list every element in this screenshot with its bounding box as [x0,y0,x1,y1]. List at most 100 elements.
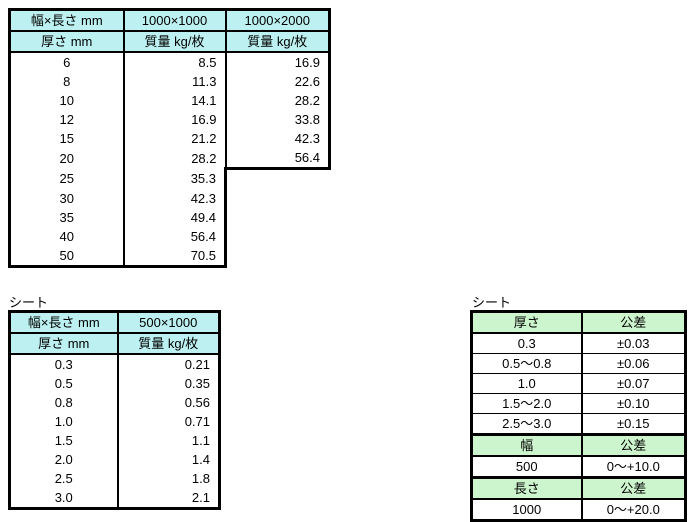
table-row: 8 11.3 22.6 [8,72,331,91]
tolerance-table-label: シート [472,295,512,310]
plate-mass-table: 幅×長さ mm 1000×1000 1000×2000 厚さ mm 質量 kg/… [8,8,331,268]
plate-header-1000x2000: 1000×2000 [224,8,331,32]
sheet-tolerance-table: 厚さ 公差 0.3 ±0.03 0.5〜0.8 ±0.06 1.0 ±0.07 … [470,310,687,522]
tolerance-thickness-range: 1.0 [471,373,582,394]
sheet-mass-table: 幅×長さ mm 500×1000 厚さ mm 質量 kg/枚 0.3 0.21 … [8,310,221,510]
table-row: 1.5〜2.0 ±0.10 [471,393,686,414]
tolerance-thickness-range: 0.3 [471,333,582,354]
tolerance-header-thickness: 厚さ [471,311,582,334]
table-row: 3.0 2.1 [9,488,220,509]
tolerance-thickness-range: 0.5〜0.8 [471,353,582,374]
table-row: 1.0 ±0.07 [471,373,686,394]
tolerance-thickness-range: 2.5〜3.0 [471,413,582,435]
table-subheader-row: 厚さ mm 質量 kg/枚 [9,333,220,355]
table-row: 1.5 1.1 [9,431,220,450]
sheet-header-size-label: 幅×長さ mm [9,311,118,334]
table-header-row: 長さ 公差 [471,476,686,500]
sheet-table-label: シート [9,295,49,310]
table-header-row: 厚さ 公差 [471,311,686,334]
plate-mass-1000x2000: 16.9 [224,52,331,72]
plate-mass-1000x1000: 56.4 [122,227,227,246]
tolerance-value: ±0.07 [580,373,686,394]
plate-mass-1000x1000: 16.9 [122,110,226,129]
plate-empty-cell [225,208,330,227]
plate-mass-1000x1000: 42.3 [122,189,227,208]
plate-thickness: 35 [8,208,124,227]
table-header-row: 幅×長さ mm 1000×1000 1000×2000 [8,8,331,32]
tolerance-value: ±0.03 [580,333,686,354]
plate-empty-cell [225,246,330,267]
table-header-row: 幅 公差 [471,433,686,457]
table-header-row: 幅×長さ mm 500×1000 [9,311,220,334]
tolerance-length-value-tolerance: 0〜+20.0 [580,499,686,521]
plate-mass-1000x1000: 21.2 [122,129,226,148]
tolerance-length-value: 1000 [471,499,582,521]
tolerance-value: ±0.10 [580,393,686,414]
sheet-mass: 0.35 [116,374,220,393]
plate-thickness: 30 [8,189,124,208]
sheet-mass: 0.21 [116,354,220,374]
sheet-mass: 2.1 [116,488,220,509]
table-row: 2.5 1.8 [9,469,220,488]
sheet-mass: 1.1 [116,431,220,450]
table-row: 30 42.3 [8,189,330,208]
plate-thickness: 10 [8,91,124,110]
plate-mass-1000x2000: 22.6 [224,72,331,91]
table-row: 0.5 0.35 [9,374,220,393]
sheet-header-500x1000: 500×1000 [116,311,220,334]
plate-mass-1000x1000: 14.1 [122,91,226,110]
table-row: 2.5〜3.0 ±0.15 [471,413,686,435]
table-row: 500 0〜+10.0 [471,456,686,478]
table-row: 1000 0〜+20.0 [471,499,686,521]
table-row: 0.3 0.21 [9,354,220,374]
tolerance-value: ±0.15 [580,413,686,435]
sheet-subheader-mass: 質量 kg/枚 [116,333,220,355]
plate-thickness: 12 [8,110,124,129]
sheet-thickness: 1.5 [9,431,118,450]
tolerance-header-tolerance: 公差 [580,311,686,334]
table-row: 50 70.5 [8,246,330,268]
sheet-mass: 1.8 [116,469,220,488]
sheet-thickness: 0.8 [9,393,118,412]
table-row: 6 8.5 16.9 [8,52,331,72]
table-row: 25 35.3 [8,168,330,189]
sheet-thickness: 0.3 [9,354,118,374]
plate-thickness: 20 [8,148,124,169]
tolerance-value: ±0.06 [580,353,686,374]
tolerance-width-value: 500 [471,456,582,478]
plate-empty-cell [225,168,330,189]
table-subheader-row: 厚さ mm 質量 kg/枚 質量 kg/枚 [8,31,331,53]
plate-subheader-thickness: 厚さ mm [8,31,124,53]
sheet-mass: 1.4 [116,450,220,469]
plate-thickness: 40 [8,227,124,246]
tolerance-width-value-tolerance: 0〜+10.0 [580,456,686,478]
table-row: 0.3 ±0.03 [471,333,686,354]
plate-mass-1000x1000: 35.3 [122,168,227,189]
sheet-thickness: 0.5 [9,374,118,393]
sheet-thickness: 3.0 [9,488,118,509]
plate-thickness: 8 [8,72,124,91]
table-row: 0.5〜0.8 ±0.06 [471,353,686,374]
plate-mass-1000x1000: 70.5 [122,246,227,268]
plate-mass-1000x2000: 42.3 [224,129,331,148]
sheet-mass: 0.71 [116,412,220,431]
table-row: 10 14.1 28.2 [8,91,331,110]
plate-header-1000x1000: 1000×1000 [122,8,226,32]
tolerance-header-width: 幅 [471,433,582,457]
tolerance-header-length: 長さ [471,476,582,500]
tolerance-header-width-tolerance: 公差 [580,433,686,457]
plate-mass-1000x1000: 28.2 [122,148,226,169]
table-row: 15 21.2 42.3 [8,129,331,148]
tolerance-header-length-tolerance: 公差 [580,476,686,500]
sheet-thickness: 2.5 [9,469,118,488]
plate-header-size-label: 幅×長さ mm [8,8,124,32]
table-row: 40 56.4 [8,227,330,246]
table-row: 35 49.4 [8,208,330,227]
sheet-thickness: 2.0 [9,450,118,469]
table-row: 0.8 0.56 [9,393,220,412]
plate-mass-1000x1000: 11.3 [122,72,226,91]
plate-mass-1000x2000: 56.4 [224,148,331,170]
table-row: 20 28.2 56.4 [8,148,331,170]
table-row: 2.0 1.4 [9,450,220,469]
plate-mass-1000x1000: 49.4 [122,208,227,227]
